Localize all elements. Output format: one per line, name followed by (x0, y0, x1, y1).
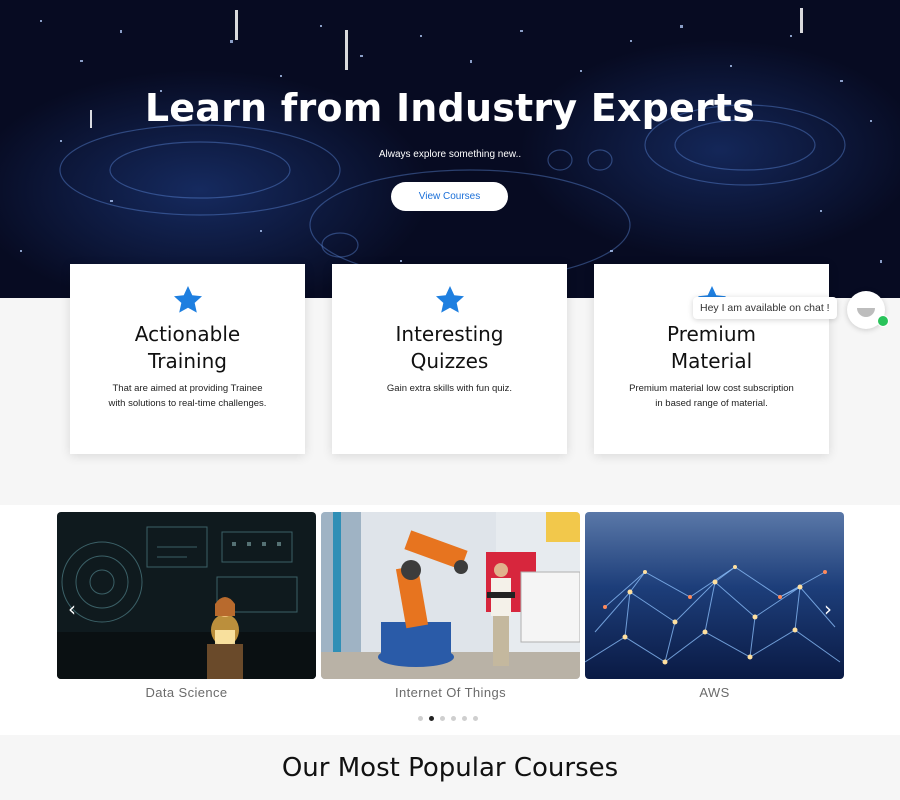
popular-courses-section: Our Most Popular Courses (0, 735, 900, 800)
feature-card-premium-material: Premium Material Premium material low co… (594, 264, 829, 454)
iot-robot-image (321, 512, 580, 679)
chevron-left-icon[interactable]: ‹ (64, 597, 80, 621)
slide-internet-of-things[interactable] (321, 512, 580, 679)
chevron-right-icon[interactable]: › (820, 597, 836, 621)
card-description: That are aimed at providing Trainee with… (108, 383, 267, 409)
aws-network-image (585, 512, 844, 679)
online-status-icon (877, 315, 889, 327)
star-icon (174, 286, 202, 313)
carousel-dot[interactable] (440, 716, 445, 721)
feature-card-interesting-quizzes: Interesting Quizzes Gain extra skills wi… (332, 264, 567, 454)
hero-banner: Learn from Industry Experts Always explo… (0, 0, 900, 298)
star-icon (436, 286, 464, 313)
slide-label-aws: AWS (699, 685, 730, 700)
data-science-image (57, 512, 316, 679)
avatar-icon (857, 308, 875, 317)
card-title: Premium Material (667, 322, 756, 373)
carousel-dot[interactable] (462, 716, 467, 721)
carousel-dot-active[interactable] (429, 716, 434, 721)
feature-card-actionable-training: Actionable Training That are aimed at pr… (70, 264, 305, 454)
hero-subtitle: Always explore something new.. (378, 149, 522, 160)
card-title: Actionable Training (134, 322, 241, 373)
carousel-dot[interactable] (473, 716, 478, 721)
slide-data-science[interactable] (57, 512, 316, 679)
card-description: Gain extra skills with fun quiz. (386, 383, 513, 394)
course-category-carousel: Data Science Internet Of Things AWS ‹ › (0, 505, 900, 735)
hero-title: Learn from Industry Experts (144, 86, 756, 130)
carousel-pagination (418, 716, 478, 721)
card-description: Premium material low cost subscription i… (629, 383, 794, 409)
slide-label-data-science: Data Science (145, 685, 228, 700)
carousel-dot[interactable] (451, 716, 456, 721)
card-title: Interesting Quizzes (395, 322, 504, 373)
slide-aws[interactable] (585, 512, 844, 679)
chat-greeting-bubble[interactable]: Hey I am available on chat ! (693, 297, 837, 319)
carousel-dot[interactable] (418, 716, 423, 721)
slide-label-internet-of-things: Internet Of Things (394, 685, 507, 700)
section-title: Our Most Popular Courses (281, 753, 619, 783)
view-courses-button[interactable]: View Courses (391, 182, 508, 211)
